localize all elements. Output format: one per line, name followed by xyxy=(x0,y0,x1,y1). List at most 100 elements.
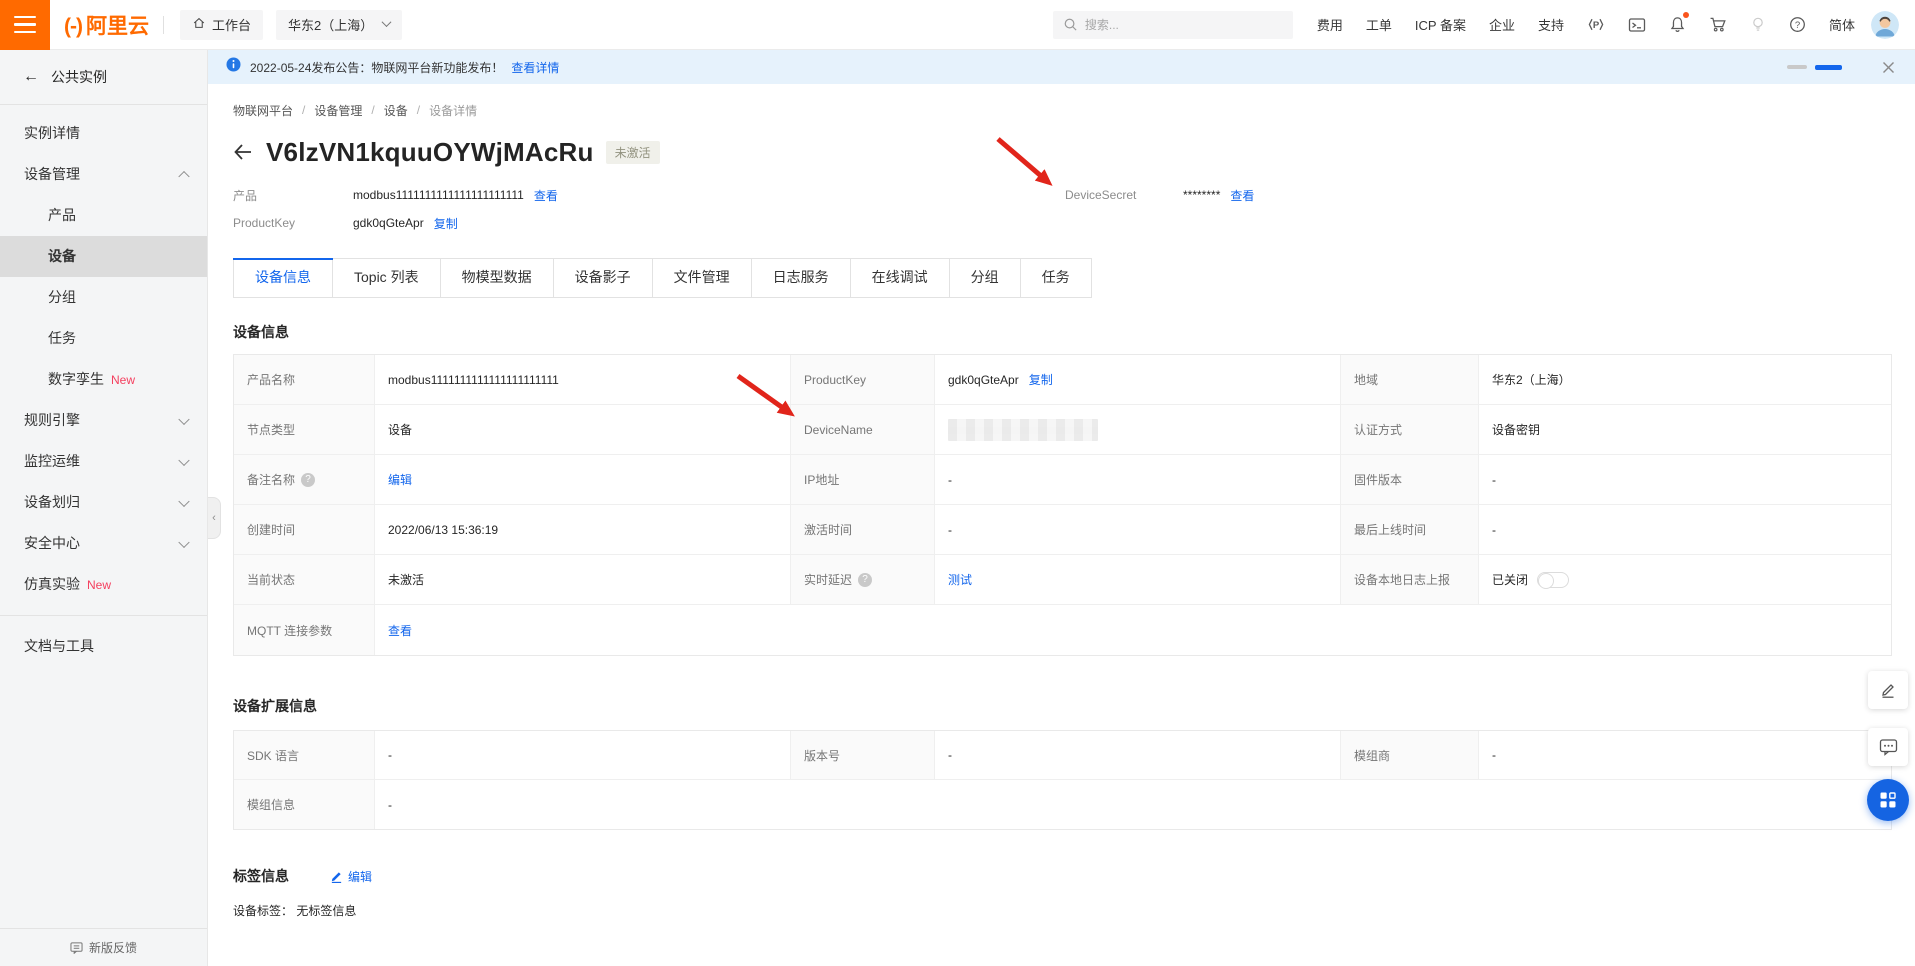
devicesecret-view-link[interactable]: 查看 xyxy=(1230,187,1254,204)
region-selector[interactable]: 华东2（上海） xyxy=(276,10,402,40)
sidebar-item-product[interactable]: 产品 xyxy=(0,195,207,236)
tab-device-info[interactable]: 设备信息 xyxy=(234,259,333,297)
row-label: 地域 xyxy=(1341,355,1479,405)
sidebar-item-digital-twin[interactable]: 数字孪生New xyxy=(0,359,207,400)
sidebar-item-rules-engine[interactable]: 规则引擎 xyxy=(0,400,207,441)
nav-billing[interactable]: 费用 xyxy=(1317,15,1343,34)
language-switcher[interactable]: 简体 xyxy=(1829,15,1855,34)
feedback-edit-fab[interactable] xyxy=(1868,671,1908,709)
api-icon[interactable]: P xyxy=(1587,16,1605,33)
sidebar-item-task[interactable]: 任务 xyxy=(0,318,207,359)
close-icon[interactable] xyxy=(1882,61,1895,74)
productkey-label: ProductKey xyxy=(233,216,353,230)
nav-tickets[interactable]: 工单 xyxy=(1366,15,1392,34)
search-input[interactable] xyxy=(1053,11,1293,39)
chevron-down-icon xyxy=(178,495,189,506)
local-log-toggle[interactable] xyxy=(1537,572,1569,588)
nav-icp[interactable]: ICP 备案 xyxy=(1415,15,1466,34)
sidebar-item-group[interactable]: 分组 xyxy=(0,277,207,318)
test-link[interactable]: 测试 xyxy=(948,571,972,588)
tab-device-shadow[interactable]: 设备影子 xyxy=(554,259,653,297)
module-info-value: - xyxy=(375,780,1891,829)
row-label: 版本号 xyxy=(791,731,935,780)
instance-name: 公共实例 xyxy=(51,67,107,87)
row-label: 激活时间 xyxy=(791,505,935,555)
row-label: MQTT 连接参数 xyxy=(234,605,375,655)
help-icon[interactable]: ? xyxy=(858,573,872,587)
mqtt-params-cell: 查看 xyxy=(375,605,1891,655)
pager-dot-inactive[interactable] xyxy=(1787,65,1807,69)
new-badge: New xyxy=(111,373,135,387)
lightbulb-icon[interactable] xyxy=(1750,16,1766,33)
view-link[interactable]: 查看 xyxy=(388,622,412,639)
comment-fab[interactable] xyxy=(1868,728,1908,766)
back-arrow-icon[interactable] xyxy=(233,143,253,161)
sidebar-item-simulation[interactable]: 仿真实验New xyxy=(0,564,207,605)
announcement-pager xyxy=(1787,65,1842,70)
notification-bell-icon[interactable] xyxy=(1669,16,1686,33)
nav-enterprise[interactable]: 企业 xyxy=(1489,15,1515,34)
product-label: 产品 xyxy=(233,187,353,204)
tab-task[interactable]: 任务 xyxy=(1021,259,1091,297)
copy-link[interactable]: 复制 xyxy=(1029,371,1053,388)
row-label: 固件版本 xyxy=(1341,455,1479,505)
status-badge: 未激活 xyxy=(606,141,660,164)
breadcrumb-device[interactable]: 设备 xyxy=(384,102,408,119)
product-view-link[interactable]: 查看 xyxy=(534,187,558,204)
home-icon xyxy=(192,16,206,33)
device-tag-value: 无标签信息 xyxy=(296,904,356,918)
cart-icon[interactable] xyxy=(1709,16,1727,33)
product-name-value: modbus1111111111111111111111 xyxy=(375,355,791,405)
local-log-cell: 已关闭 xyxy=(1479,555,1891,605)
breadcrumb-iot-platform[interactable]: 物联网平台 xyxy=(233,102,293,119)
sidebar-item-device-mgmt[interactable]: 设备管理 xyxy=(0,154,207,195)
help-icon[interactable]: ? xyxy=(301,473,315,487)
nav-support[interactable]: 支持 xyxy=(1538,15,1564,34)
feedback-button[interactable]: 新版反馈 xyxy=(0,928,207,966)
announcement-detail-link[interactable]: 查看详情 xyxy=(511,59,559,76)
sidebar-item-monitoring[interactable]: 监控运维 xyxy=(0,441,207,482)
sidebar-item-security-center[interactable]: 安全中心 xyxy=(0,523,207,564)
tab-group[interactable]: 分组 xyxy=(950,259,1021,297)
workbench-button[interactable]: 工作台 xyxy=(180,10,263,40)
terminal-icon[interactable] xyxy=(1628,17,1646,33)
pager-dot-active[interactable] xyxy=(1815,65,1842,70)
back-arrow-icon[interactable]: ← xyxy=(23,68,39,86)
row-label: 创建时间 xyxy=(234,505,375,555)
devicename-value-cell: 复制 xyxy=(935,405,1341,455)
sdk-lang-value: - xyxy=(375,731,791,780)
sidebar-item-instance-detail[interactable]: 实例详情 xyxy=(0,113,207,154)
edit-link[interactable]: 编辑 xyxy=(388,471,412,488)
tag-edit-button[interactable]: 编辑 xyxy=(330,868,372,885)
sidebar-item-docs-tools[interactable]: 文档与工具 xyxy=(0,626,207,667)
tab-online-debug[interactable]: 在线调试 xyxy=(851,259,950,297)
detail-tabs: 设备信息 Topic 列表 物模型数据 设备影子 文件管理 日志服务 在线调试 … xyxy=(233,258,1092,298)
app-switcher-fab[interactable] xyxy=(1867,779,1909,821)
version-value: - xyxy=(935,731,1341,780)
tab-topic-list[interactable]: Topic 列表 xyxy=(333,259,441,297)
left-sidebar: ← 公共实例 实例详情 设备管理 产品 设备 分组 任务 数字孪生New 规则引… xyxy=(0,50,208,966)
help-circle-icon[interactable]: ? xyxy=(1789,16,1806,33)
comment-icon xyxy=(1879,738,1898,756)
device-tag-label: 设备标签： xyxy=(233,904,293,918)
divider xyxy=(163,16,164,34)
productkey-copy-link[interactable]: 复制 xyxy=(434,215,458,232)
hamburger-menu-icon[interactable] xyxy=(0,0,50,50)
tab-thing-model-data[interactable]: 物模型数据 xyxy=(441,259,554,297)
aliyun-logo[interactable]: (-) 阿里云 xyxy=(64,10,149,40)
tab-file-mgmt[interactable]: 文件管理 xyxy=(653,259,752,297)
search-icon xyxy=(1063,17,1078,32)
page-title: V6lzVN1kquuOYWjMAcRu xyxy=(266,137,594,168)
productkey-cell: gdk0qGteApr复制 xyxy=(935,355,1341,405)
row-label: 节点类型 xyxy=(234,405,375,455)
announcement-bar: 2022-05-24发布公告：物联网平台新功能发布！ 查看详情 xyxy=(208,50,1915,84)
row-label: IP地址 xyxy=(791,455,935,505)
breadcrumb-device-mgmt[interactable]: 设备管理 xyxy=(314,102,362,119)
sidebar-item-device-allocation[interactable]: 设备划归 xyxy=(0,482,207,523)
new-badge: New xyxy=(87,578,111,592)
sidebar-collapse-handle[interactable]: ‹ xyxy=(208,497,221,539)
sidebar-item-device[interactable]: 设备 xyxy=(0,236,207,277)
tab-log-service[interactable]: 日志服务 xyxy=(752,259,851,297)
feedback-label: 新版反馈 xyxy=(89,939,137,956)
user-avatar[interactable] xyxy=(1871,11,1899,39)
